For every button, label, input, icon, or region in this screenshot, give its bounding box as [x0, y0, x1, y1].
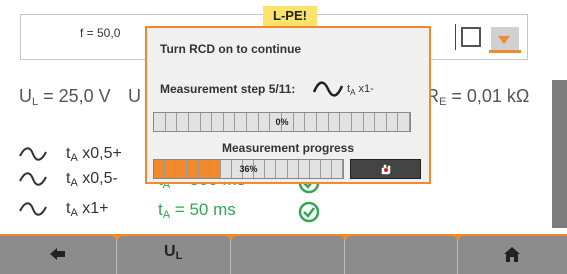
ul-reading-cut: U [128, 86, 141, 106]
measurement-progress-title: Measurement progress [221, 141, 355, 155]
toolbar-notch [339, 234, 351, 240]
check-circle-icon [298, 201, 320, 223]
dialog-title: Turn RCD on to continue [160, 42, 302, 56]
home-button[interactable] [458, 236, 567, 274]
ul-reading: UL = 25,0 V [19, 86, 111, 108]
l-pe-warning-badge: L-PE! [263, 6, 317, 26]
step-ta-label: tA x1- [347, 83, 374, 97]
stop-measurement-button[interactable] [350, 159, 421, 179]
mode-separator [455, 24, 456, 50]
back-arrow-icon [50, 248, 65, 260]
mode-checkbox[interactable] [461, 27, 481, 47]
ul-button-label: UL [164, 243, 183, 262]
sine-wave-icon [19, 202, 47, 216]
step-progress-bar: 0% [153, 112, 411, 132]
chevron-down-icon [498, 36, 510, 44]
toolbar-notch [225, 234, 237, 240]
sine-wave-icon [19, 172, 47, 186]
frequency-text: f = 50,0 [80, 26, 121, 40]
toolbar-notch [452, 234, 464, 240]
home-icon [504, 247, 520, 262]
measurement-step-label: Measurement step 5/11: [160, 82, 296, 96]
sine-wave-icon [19, 147, 47, 161]
scrollbar[interactable] [552, 80, 567, 228]
toolbar-empty-slot-1[interactable] [231, 236, 345, 274]
step-progress-label: 0% [275, 117, 289, 127]
re-reading: RE = 0,01 kΩ [426, 86, 530, 108]
hand-stop-icon [381, 164, 391, 175]
dropdown-accent [489, 50, 521, 53]
result-label-3: tA x1+ [66, 200, 109, 219]
ul-button[interactable]: UL [117, 236, 231, 274]
toolbar-notch [111, 234, 123, 240]
measurement-progress-label: 36% [239, 164, 258, 174]
result-label-1: tA x0,5+ [66, 145, 122, 164]
sine-wave-icon [312, 81, 344, 97]
result-label-2: tA x0,5- [66, 170, 118, 189]
back-button[interactable] [0, 236, 117, 274]
result-time-3: tA = 50 ms [158, 200, 236, 221]
toolbar-empty-slot-2[interactable] [345, 236, 458, 274]
measurement-progress-bar: 36% [153, 159, 344, 179]
